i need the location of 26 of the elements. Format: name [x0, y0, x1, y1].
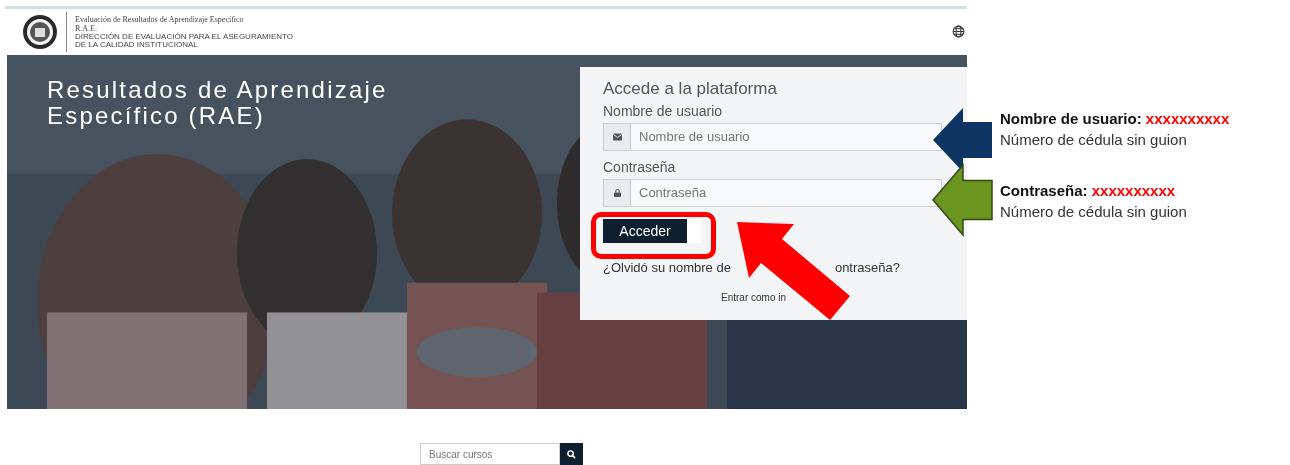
annotation-heading: Contraseña: xxxxxxxxxx [1000, 182, 1177, 199]
login-heading: Accede a la plataforma [603, 78, 778, 99]
site-caption: DIRECCIÓN DE EVALUACIÓN PARA EL ASEGURAMIENTO [75, 32, 294, 41]
site-caption: DE LA CALIDAD INSTITUCIONAL [75, 40, 199, 49]
login-button[interactable]: Acceder [603, 218, 701, 243]
annotation-heading: Nombre de usuario: xxxxxxxxxx [1000, 110, 1231, 127]
site-title: Evaluación de Resultados de Aprendizaje Específico [75, 14, 245, 24]
lock-icon [612, 188, 622, 197]
forgot-link[interactable]: ¿Olvidó su nombre de [603, 259, 731, 275]
guest-link[interactable]: Entrar como in [721, 291, 787, 303]
language-globe-icon[interactable] [952, 25, 965, 39]
input-field[interactable]: Contraseña [631, 178, 942, 207]
hero-title: Resultados de Aprendizaje [47, 76, 388, 103]
site-subtitle: R.A.E. [75, 23, 97, 33]
annotation-note: Número de cédula sin guion [1000, 131, 1188, 148]
input-field[interactable]: Nombre de usuario [631, 122, 942, 151]
search-button[interactable] [560, 443, 583, 465]
search-field[interactable]: Buscar cursos [420, 443, 560, 465]
envelope-icon [612, 132, 622, 141]
field-label: Nombre de usuario [603, 102, 724, 119]
annotation-note: Número de cédula sin guion [1000, 203, 1188, 220]
field-label: Contraseña [603, 158, 677, 175]
forgot-link[interactable]: ontraseña? [834, 259, 900, 275]
hero-title: Específico (RAE) [47, 102, 265, 129]
search-icon [567, 449, 576, 459]
seal-logo [22, 13, 58, 50]
